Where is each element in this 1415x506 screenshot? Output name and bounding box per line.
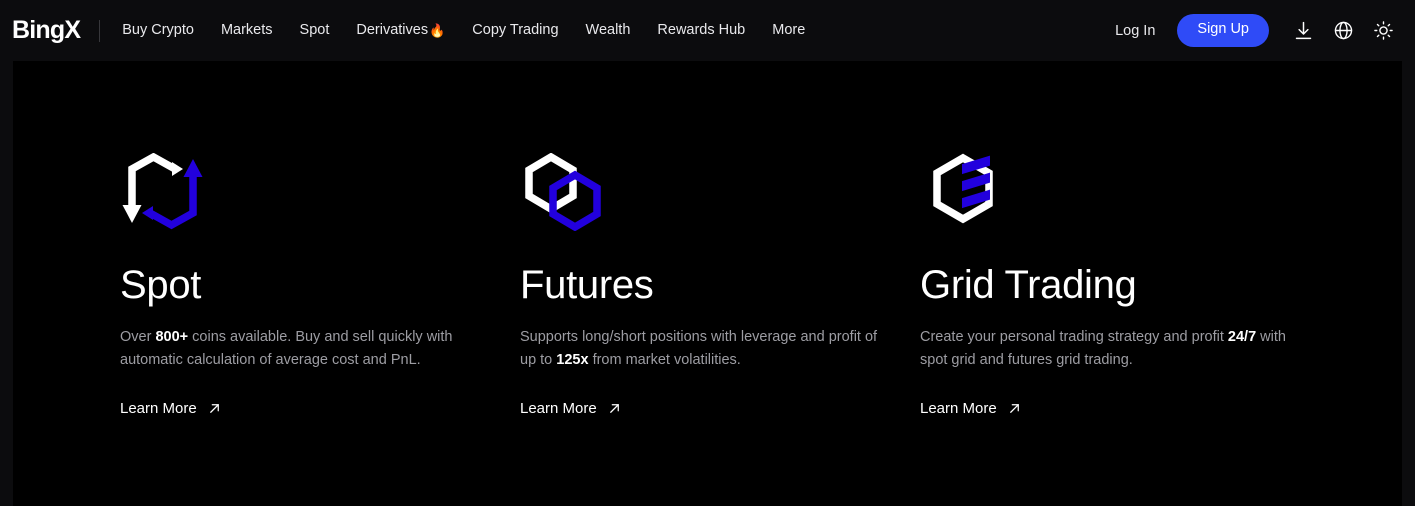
page-frame: Spot Over 800+ coins available. Buy and … bbox=[0, 61, 1415, 506]
nav-item-buy-crypto[interactable]: Buy Crypto bbox=[122, 23, 194, 38]
nav-label: Copy Trading bbox=[472, 22, 559, 39]
feature-description: Supports long/short positions with lever… bbox=[520, 326, 892, 373]
feature-description: Create your personal trading strategy an… bbox=[920, 326, 1298, 373]
nav-label: Rewards Hub bbox=[657, 22, 746, 39]
globe-icon[interactable] bbox=[1323, 11, 1363, 51]
nav-label: Buy Crypto bbox=[122, 22, 194, 39]
site-header: BingX Buy Crypto Markets Spot Derivative… bbox=[0, 0, 1415, 61]
bingx-logo[interactable]: BingX bbox=[12, 16, 81, 44]
header-divider bbox=[99, 19, 101, 42]
nav-item-rewards-hub[interactable]: Rewards Hub bbox=[657, 23, 745, 38]
brightness-icon[interactable] bbox=[1363, 11, 1403, 51]
learn-more-label: Learn More bbox=[920, 399, 997, 417]
learn-more-link-spot[interactable]: Learn More bbox=[120, 400, 222, 417]
nav-item-derivatives[interactable]: Derivatives 🔥 bbox=[356, 23, 445, 38]
main-navigation: Buy Crypto Markets Spot Derivatives 🔥 Co… bbox=[122, 23, 805, 38]
arrow-up-right-icon bbox=[1007, 401, 1022, 416]
learn-more-label: Learn More bbox=[120, 399, 197, 417]
feature-description: Over 800+ coins available. Buy and sell … bbox=[120, 326, 486, 373]
nav-label: Wealth bbox=[585, 22, 631, 39]
arrow-up-right-icon bbox=[207, 401, 222, 416]
nav-label: Spot bbox=[299, 22, 330, 39]
login-button[interactable]: Log In bbox=[1115, 23, 1155, 39]
features-section: Spot Over 800+ coins available. Buy and … bbox=[13, 61, 1402, 418]
desc-after: from market volatilities. bbox=[588, 352, 741, 369]
signup-button[interactable]: Sign Up bbox=[1177, 14, 1269, 47]
learn-more-link-grid-trading[interactable]: Learn More bbox=[920, 400, 1022, 417]
futures-interlocking-hexagons-icon bbox=[520, 153, 920, 231]
nav-item-spot[interactable]: Spot bbox=[300, 23, 330, 38]
nav-item-copy-trading[interactable]: Copy Trading bbox=[472, 23, 558, 38]
fire-icon: 🔥 bbox=[429, 23, 446, 38]
learn-more-link-futures[interactable]: Learn More bbox=[520, 400, 622, 417]
desc-highlight: 800+ bbox=[155, 328, 189, 345]
arrow-up-right-icon bbox=[607, 401, 622, 416]
header-actions: Log In Sign Up bbox=[1115, 0, 1403, 61]
feature-title: Futures bbox=[520, 263, 654, 307]
logo-text: BingX bbox=[12, 16, 81, 44]
nav-item-more[interactable]: More bbox=[772, 23, 805, 38]
feature-card-grid-trading: Grid Trading Create your personal tradin… bbox=[920, 61, 1320, 418]
nav-label: Markets bbox=[220, 22, 273, 39]
nav-item-wealth[interactable]: Wealth bbox=[586, 23, 631, 38]
feature-card-futures: Futures Supports long/short positions wi… bbox=[520, 61, 920, 418]
nav-item-markets[interactable]: Markets bbox=[221, 23, 273, 38]
download-icon[interactable] bbox=[1283, 11, 1323, 51]
desc-before: Over bbox=[120, 328, 156, 345]
desc-highlight: 125x bbox=[556, 352, 589, 369]
feature-title: Spot bbox=[120, 263, 202, 307]
nav-label: More bbox=[772, 22, 806, 39]
desc-before: Create your personal trading strategy an… bbox=[920, 328, 1228, 345]
feature-title: Grid Trading bbox=[920, 263, 1137, 307]
desc-highlight: 24/7 bbox=[1227, 328, 1257, 345]
spot-swap-arrows-icon bbox=[120, 153, 520, 231]
grid-trading-hexagon-bars-icon bbox=[920, 153, 1320, 231]
learn-more-label: Learn More bbox=[520, 399, 597, 417]
content-area: Spot Over 800+ coins available. Buy and … bbox=[13, 61, 1402, 506]
feature-card-spot: Spot Over 800+ coins available. Buy and … bbox=[120, 61, 520, 418]
nav-label: Derivatives bbox=[356, 22, 429, 39]
